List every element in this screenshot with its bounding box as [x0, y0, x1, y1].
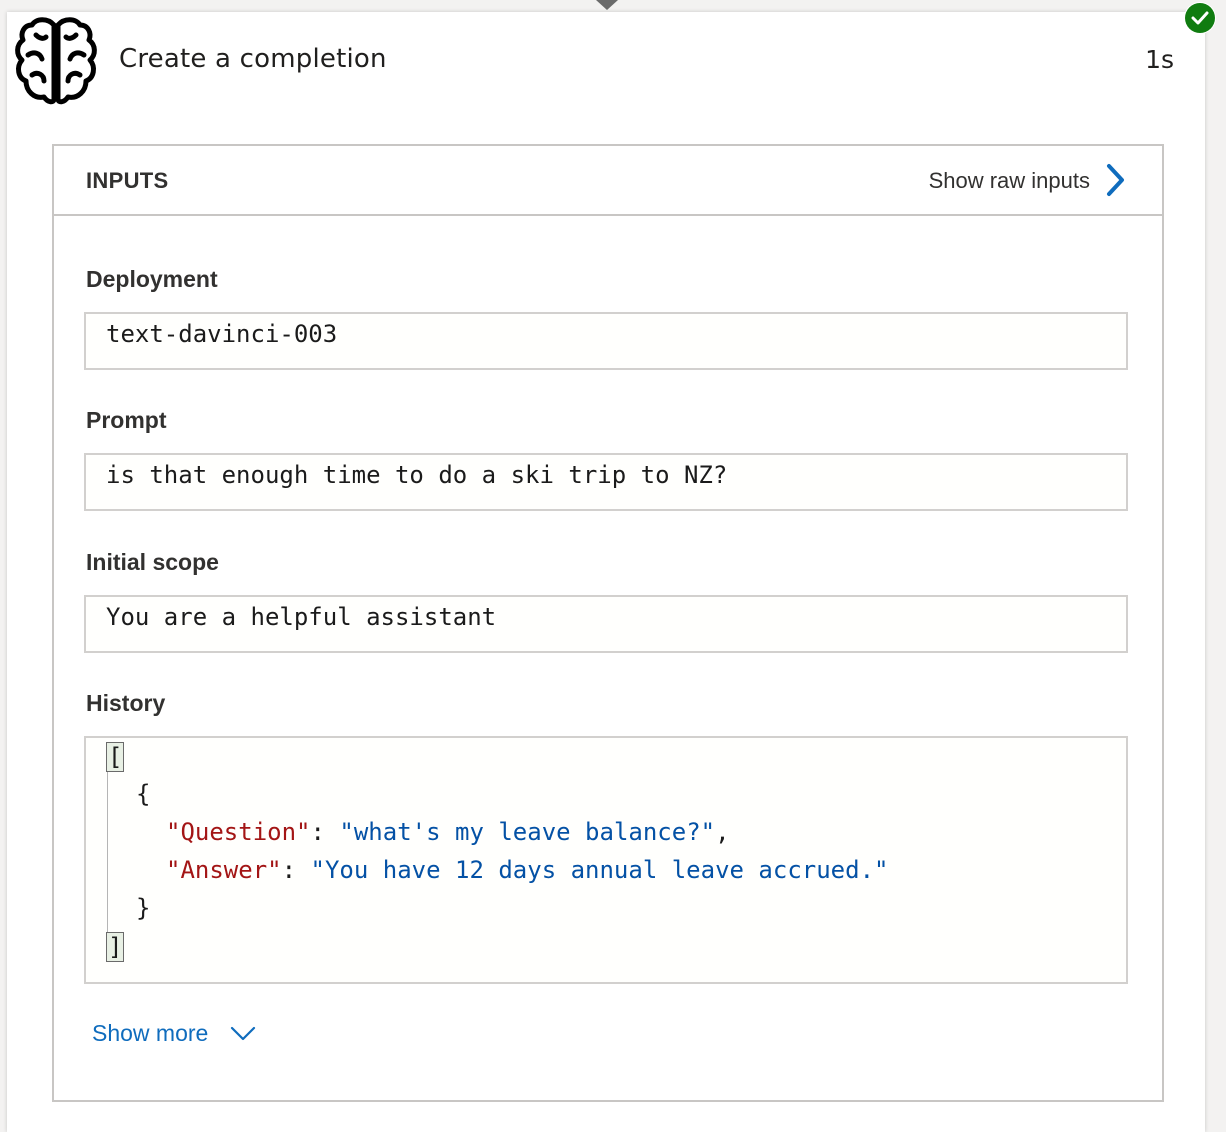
chevron-down-icon[interactable] [230, 1026, 256, 1042]
question-value: "what's my leave balance?" [339, 818, 716, 846]
open-brace: { [136, 780, 151, 808]
answer-value: "You have 12 days annual leave accrued." [310, 856, 889, 884]
prompt-value: is that enough time to do a ski trip to … [106, 461, 728, 489]
checkmark-icon [1185, 3, 1215, 33]
indent-guide [107, 750, 108, 962]
action-header[interactable]: Create a completion 1s [7, 12, 1205, 112]
inputs-panel: INPUTS Show raw inputs Deployment text-d… [52, 144, 1164, 1102]
deployment-value: text-davinci-003 [106, 320, 338, 348]
show-more-link[interactable]: Show more [92, 1020, 208, 1047]
deployment-field[interactable]: text-davinci-003 [84, 312, 1128, 370]
connector-arrow-icon [596, 0, 618, 10]
open-bracket: [ [106, 742, 125, 772]
initial-scope-label: Initial scope [86, 549, 219, 575]
history-field[interactable]: [ { "Question": "what's my leave balance… [84, 736, 1128, 984]
show-raw-inputs-link[interactable]: Show raw inputs [929, 168, 1090, 194]
prompt-field[interactable]: is that enough time to do a ski trip to … [84, 453, 1128, 511]
action-title: Create a completion [119, 44, 387, 74]
chevron-right-icon[interactable] [1102, 162, 1128, 198]
close-brace: } [136, 894, 151, 922]
prompt-label: Prompt [86, 407, 167, 433]
initial-scope-value: You are a helpful assistant [106, 603, 497, 631]
inputs-header: INPUTS Show raw inputs [54, 146, 1162, 216]
question-line: "Question": "what's my leave balance?", [166, 818, 730, 846]
success-badge [1184, 2, 1216, 34]
action-card: Create a completion 1s INPUTS Show raw i… [7, 12, 1205, 1132]
deployment-label: Deployment [86, 266, 218, 292]
answer-key: "Answer" [166, 856, 282, 884]
initial-scope-field[interactable]: You are a helpful assistant [84, 595, 1128, 653]
history-label: History [86, 690, 166, 716]
brain-icon [15, 17, 97, 105]
duration-label: 1s [1145, 45, 1174, 74]
close-bracket: ] [106, 932, 125, 962]
answer-line: "Answer": "You have 12 days annual leave… [166, 856, 889, 884]
question-key: "Question" [166, 818, 311, 846]
inputs-title: INPUTS [86, 168, 169, 193]
